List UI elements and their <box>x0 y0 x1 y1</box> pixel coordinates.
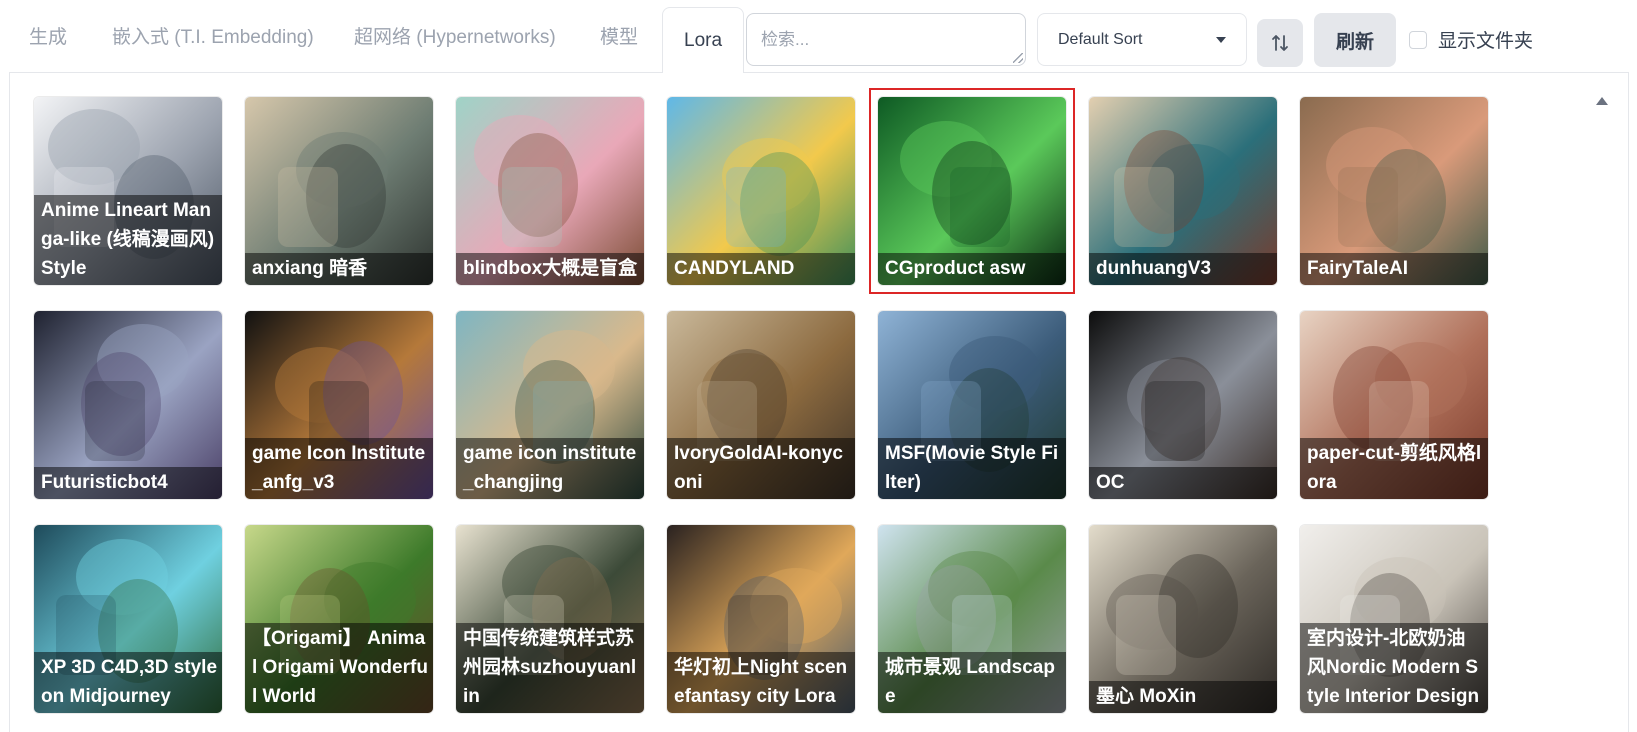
lora-card[interactable]: MSF(Movie Style Filter) <box>878 311 1066 499</box>
lora-card[interactable]: CGproduct asw <box>878 97 1066 285</box>
lora-card-label: blindbox大概是盲盒 <box>456 253 644 285</box>
show-folders-label: 显示文件夹 <box>1438 31 1534 52</box>
lora-card[interactable]: paper-cut-剪纸风格lora <box>1300 311 1488 499</box>
lora-card[interactable]: dunhuangV3 <box>1089 97 1277 285</box>
show-folders-toggle[interactable]: 显示文件夹 <box>1409 26 1533 53</box>
lora-card-label: 中国传统建筑样式苏州园林suzhouyuanlin <box>456 623 644 713</box>
lora-card-label: 【Origami】 Animal Origami Wonderful World <box>245 623 433 713</box>
lora-card-label: MSF(Movie Style Filter) <box>878 438 1066 499</box>
sort-select[interactable]: Default Sort <box>1037 13 1247 66</box>
lora-card-label: IvoryGoldAI-konyconi <box>667 438 855 499</box>
lora-card[interactable]: Anime Lineart Manga-like (线稿漫画风) Style <box>34 97 222 285</box>
sort-direction-icon <box>1272 35 1288 51</box>
lora-card-label: 墨心 MoXin <box>1089 681 1277 713</box>
lora-card-label: CGproduct asw <box>878 253 1066 285</box>
lora-card[interactable]: 【Origami】 Animal Origami Wonderful World <box>245 525 433 713</box>
tab-textual-inversion[interactable]: 嵌入式 (T.I. Embedding) <box>112 22 314 49</box>
refresh-button[interactable]: 刷新 <box>1314 13 1396 67</box>
lora-card[interactable]: 华灯初上Night scenefantasy city Lora <box>667 525 855 713</box>
lora-card[interactable]: OC <box>1089 311 1277 499</box>
tab-generate[interactable]: 生成 <box>29 22 67 49</box>
top-bar: 生成 嵌入式 (T.I. Embedding) 超网络 (Hypernetwor… <box>0 0 1637 74</box>
lora-card[interactable]: blindbox大概是盲盒 <box>456 97 644 285</box>
lora-card[interactable]: game Icon Institute_anfg_v3 <box>245 311 433 499</box>
lora-card[interactable]: 中国传统建筑样式苏州园林suzhouyuanlin <box>456 525 644 713</box>
lora-card-label: 城市景观 Landscape <box>878 652 1066 713</box>
lora-card-label: OC <box>1089 467 1277 499</box>
show-folders-checkbox[interactable] <box>1409 30 1427 49</box>
lora-card-label: 华灯初上Night scenefantasy city Lora <box>667 652 855 713</box>
search-input[interactable] <box>746 13 1026 66</box>
lora-card-label: game Icon Institute_anfg_v3 <box>245 438 433 499</box>
lora-card[interactable]: IvoryGoldAI-konyconi <box>667 311 855 499</box>
lora-card-label: FairyTaleAI <box>1300 253 1488 285</box>
lora-card[interactable]: 城市景观 Landscape <box>878 525 1066 713</box>
lora-card[interactable]: 室内设计-北欧奶油风Nordic Modern Style Interior D… <box>1300 525 1488 713</box>
chevron-down-icon <box>1216 36 1226 43</box>
lora-card-label: game icon institute_changjing <box>456 438 644 499</box>
lora-card-label: paper-cut-剪纸风格lora <box>1300 438 1488 499</box>
lora-card[interactable]: XP 3D C4D,3D style on Midjourney <box>34 525 222 713</box>
lora-card-label: anxiang 暗香 <box>245 253 433 285</box>
tab-lora[interactable]: Lora <box>662 7 745 73</box>
sort-select-value: Default Sort <box>1058 30 1143 48</box>
lora-card-label: CANDYLAND <box>667 253 855 285</box>
lora-card-label: Futuristicbot4 <box>34 467 222 499</box>
scroll-up-arrow-icon[interactable] <box>1596 97 1608 105</box>
lora-card[interactable]: anxiang 暗香 <box>245 97 433 285</box>
lora-card[interactable]: game icon institute_changjing <box>456 311 644 499</box>
lora-card-label: XP 3D C4D,3D style on Midjourney <box>34 652 222 713</box>
lora-card-label: dunhuangV3 <box>1089 253 1277 285</box>
lora-card[interactable]: FairyTaleAI <box>1300 97 1488 285</box>
lora-card-label: Anime Lineart Manga-like (线稿漫画风) Style <box>34 195 222 285</box>
sort-direction-button[interactable] <box>1257 19 1303 67</box>
lora-card[interactable]: 墨心 MoXin <box>1089 525 1277 713</box>
tab-hypernetworks[interactable]: 超网络 (Hypernetworks) <box>354 22 556 49</box>
lora-card[interactable]: Futuristicbot4 <box>34 311 222 499</box>
lora-card-label: 室内设计-北欧奶油风Nordic Modern Style Interior D… <box>1300 623 1488 713</box>
lora-card[interactable]: CANDYLAND <box>667 97 855 285</box>
tab-models[interactable]: 模型 <box>600 22 638 49</box>
